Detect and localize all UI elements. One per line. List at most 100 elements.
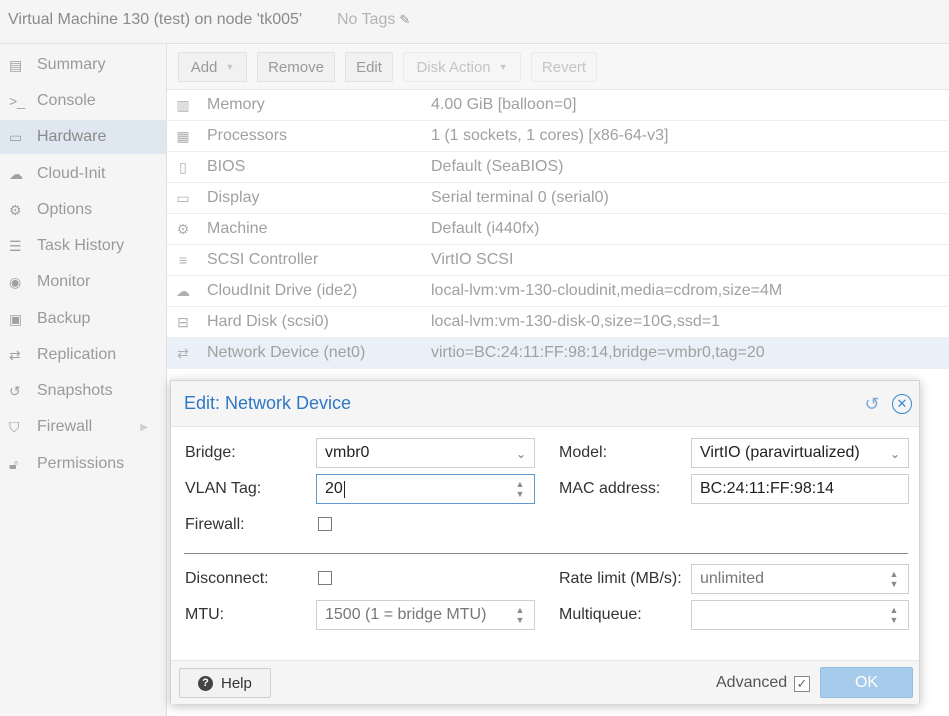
ok-button-label: OK — [854, 673, 879, 691]
close-icon[interactable]: ✕ — [892, 394, 912, 414]
hardware-value: 1 (1 sockets, 1 cores) [x86-64-v3] — [431, 127, 669, 144]
model-label: Model: — [559, 444, 608, 461]
cloud-icon: ☁ — [176, 282, 190, 299]
revert-button[interactable]: Revert — [531, 52, 597, 82]
cpu-icon: ▦ — [176, 127, 190, 144]
disk-action-button[interactable]: Disk Action ▼ — [403, 52, 521, 82]
hardware-value: local-lvm:vm-130-cloudinit,media=cdrom,s… — [431, 282, 783, 299]
hardware-row-network-device[interactable]: ⇄ Network Device (net0) virtio=BC:24:11:… — [167, 338, 949, 369]
dialog-title: Edit: Network Device — [184, 393, 352, 413]
hardware-row-processors[interactable]: ▦ Processors 1 (1 sockets, 1 cores) [x86… — [167, 121, 949, 152]
sidebar-item-monitor[interactable]: ◉ Monitor — [0, 265, 166, 299]
sidebar-item-options[interactable]: ⚙ Options — [0, 193, 166, 227]
reset-icon[interactable]: ↺ — [862, 394, 882, 414]
sidebar-item-cloud-init[interactable]: ☁ Cloud-Init — [0, 157, 166, 191]
disconnect-checkbox[interactable] — [318, 571, 332, 585]
help-button[interactable]: ? Help — [179, 668, 271, 698]
hardware-row-scsi-controller[interactable]: ≡ SCSI Controller VirtIO SCSI — [167, 245, 949, 276]
pencil-icon[interactable]: ✎ — [399, 12, 410, 28]
mtu-placeholder: 1500 (1 = bridge MTU) — [325, 606, 487, 623]
eye-icon: ◉ — [9, 273, 22, 290]
tags-label: No Tags — [337, 11, 396, 28]
help-button-label: Help — [221, 674, 252, 692]
mac-address-value: BC:24:11:FF:98:14 — [700, 480, 834, 497]
rate-limit-placeholder: unlimited — [700, 570, 765, 587]
cogs-icon: ⚙ — [176, 220, 190, 237]
hardware-row-cloudinit-drive[interactable]: ☁ CloudInit Drive (ide2) local-lvm:vm-13… — [167, 276, 949, 307]
microchip-icon: ▯ — [179, 158, 187, 175]
sidebar-item-label: Cloud-Init — [37, 165, 106, 182]
hardware-row-display[interactable]: ▭ Display Serial terminal 0 (serial0) — [167, 183, 949, 214]
hardware-value: VirtIO SCSI — [431, 251, 514, 268]
hardware-row-bios[interactable]: ▯ BIOS Default (SeaBIOS) — [167, 152, 949, 183]
hardware-name: SCSI Controller — [207, 251, 319, 268]
unlock-icon: 🔓︎ — [9, 455, 19, 472]
hardware-name: Processors — [207, 127, 288, 144]
add-button[interactable]: Add ▼ — [178, 52, 247, 82]
terminal-icon: >_ — [9, 93, 25, 109]
hardware-value: 4.00 GiB [balloon=0] — [431, 96, 577, 113]
sidebar-item-label: Task History — [37, 237, 125, 254]
hardware-row-hard-disk[interactable]: ⊟ Hard Disk (scsi0) local-lvm:vm-130-dis… — [167, 307, 949, 338]
hardware-name: CloudInit Drive (ide2) — [207, 282, 358, 299]
sidebar-item-task-history[interactable]: ☰ Task History — [0, 229, 166, 263]
sidebar-item-label: Monitor — [37, 273, 91, 290]
ok-button[interactable]: OK — [820, 667, 913, 698]
advanced-label: Advanced — [716, 674, 788, 691]
database-icon: ≡ — [178, 252, 188, 268]
hardware-name: BIOS — [207, 158, 246, 175]
sidebar-item-label: Hardware — [37, 128, 107, 145]
divider — [184, 553, 908, 554]
vlan-tag-input[interactable]: 20 ▲ ▼ — [316, 474, 535, 504]
sidebar-item-permissions[interactable]: 🔓︎ Permissions — [0, 447, 166, 481]
edit-button[interactable]: Edit — [345, 52, 393, 82]
firewall-checkbox[interactable] — [318, 517, 332, 531]
advanced-checkbox[interactable]: ✓ — [794, 676, 810, 692]
sidebar-item-console[interactable]: >_ Console — [0, 84, 166, 118]
hardware-value: Serial terminal 0 (serial0) — [431, 189, 609, 206]
spinner-icon[interactable]: ▲ ▼ — [888, 605, 900, 625]
hardware-name: Memory — [207, 96, 265, 113]
expand-arrow-icon[interactable]: ▶ — [140, 422, 148, 433]
mac-address-input[interactable]: BC:24:11:FF:98:14 — [691, 474, 909, 504]
sidebar-item-replication[interactable]: ⇄ Replication — [0, 338, 166, 372]
remove-button-label: Remove — [268, 58, 324, 76]
chevron-down-icon[interactable]: ⌄ — [890, 447, 900, 461]
hardware-value: virtio=BC:24:11:FF:98:14,bridge=vmbr0,ta… — [431, 344, 765, 361]
firewall-label: Firewall: — [185, 516, 245, 533]
memory-icon: ▥ — [176, 96, 190, 113]
sidebar-item-hardware[interactable]: ▭ Hardware — [0, 120, 166, 154]
desktop-icon: ▭ — [176, 189, 190, 206]
multiqueue-input[interactable]: ▲ ▼ — [691, 600, 909, 630]
add-button-label: Add — [190, 58, 218, 76]
tags-area[interactable]: No Tags ✎ — [337, 11, 410, 29]
hardware-toolbar: Add ▼ Remove Edit Disk Action ▼ Revert — [167, 44, 949, 90]
bridge-select[interactable]: vmbr0 ⌄ — [316, 438, 535, 468]
multiqueue-label: Multiqueue: — [559, 606, 642, 623]
list-icon: ☰ — [9, 237, 22, 254]
sidebar-item-summary[interactable]: ▤ Summary — [0, 48, 166, 82]
hardware-value: Default (SeaBIOS) — [431, 158, 564, 175]
model-select[interactable]: VirtIO (paravirtualized) ⌄ — [691, 438, 909, 468]
sidebar-item-label: Snapshots — [37, 382, 113, 399]
spinner-icon[interactable]: ▲ ▼ — [888, 569, 900, 589]
hardware-row-machine[interactable]: ⚙ Machine Default (i440fx) — [167, 214, 949, 245]
sidebar-item-firewall[interactable]: ⛉ Firewall ▶ — [0, 410, 166, 444]
spinner-icon[interactable]: ▲ ▼ — [514, 479, 526, 499]
chevron-down-icon[interactable]: ⌄ — [516, 447, 526, 461]
rate-limit-input[interactable]: unlimited ▲ ▼ — [691, 564, 909, 594]
hardware-row-memory[interactable]: ▥ Memory 4.00 GiB [balloon=0] — [167, 90, 949, 121]
spinner-icon[interactable]: ▲ ▼ — [514, 605, 526, 625]
sidebar-item-snapshots[interactable]: ↺ Snapshots — [0, 374, 166, 408]
disconnect-label: Disconnect: — [185, 570, 269, 587]
sidebar-item-backup[interactable]: ▣ Backup — [0, 302, 166, 336]
dialog-footer: ? Help Advanced ✓ OK — [171, 660, 919, 704]
rate-limit-label: Rate limit (MB/s): — [559, 570, 682, 587]
sidebar-item-label: Replication — [37, 346, 117, 363]
chevron-down-icon: ▼ — [225, 62, 235, 72]
monitor-icon: ▭ — [9, 128, 23, 145]
chevron-down-icon: ▼ — [498, 62, 508, 72]
hardware-name: Network Device (net0) — [207, 344, 366, 361]
mtu-input[interactable]: 1500 (1 = bridge MTU) ▲ ▼ — [316, 600, 535, 630]
remove-button[interactable]: Remove — [257, 52, 335, 82]
